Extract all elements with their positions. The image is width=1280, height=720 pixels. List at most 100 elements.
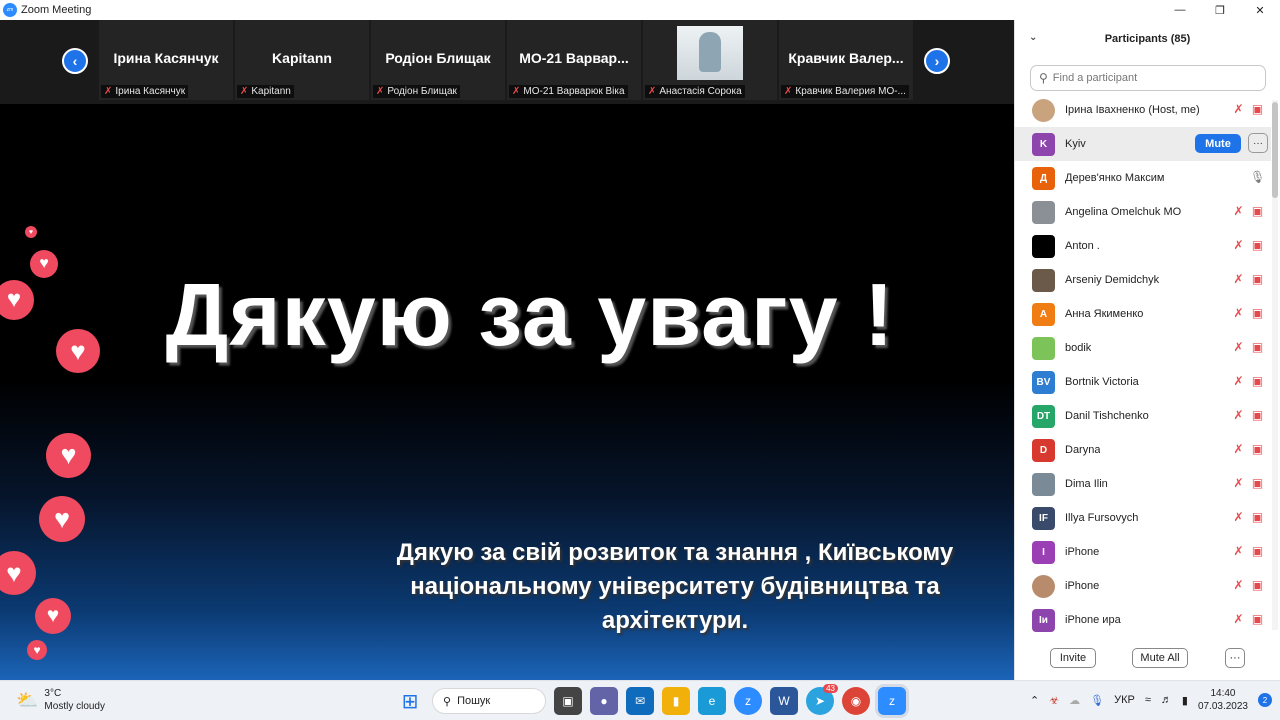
mute-all-button[interactable]: Mute All [1132, 648, 1188, 668]
participant-row[interactable]: DT Danil Tishchenko ✗ ▣ [1015, 399, 1271, 433]
tile-name: МО-21 Варвар... [519, 50, 629, 66]
avatar [1032, 574, 1055, 598]
microphone-icon[interactable]: 🎙 [1090, 694, 1104, 707]
strip-prev-button[interactable]: ‹ [62, 48, 88, 74]
participant-row[interactable]: Іи iPhone ира ✗ ▣ [1015, 603, 1271, 637]
participant-row[interactable]: А Анна Якименко ✗ ▣ [1015, 297, 1271, 331]
mic-muted-icon: ✗ [1233, 306, 1244, 320]
telegram-icon[interactable]: ➤ 43 [806, 684, 838, 715]
participant-row[interactable]: I iPhone ✗ ▣ [1015, 535, 1271, 569]
mic-muted-icon: ✗ [1233, 442, 1244, 456]
mic-muted-icon: ✗ [1233, 204, 1244, 218]
taskbar: ⛅ 3°C Mostly cloudy ⊞ ⚲ Пошук ▣ ● ✉ ▮ e … [0, 680, 1280, 720]
participant-search-input[interactable]: ⚲ Find a participant [1030, 65, 1266, 91]
video-tile[interactable]: Кравчик Валер... ✗ Кравчик Валерия МО-... [779, 20, 913, 100]
scrollbar-thumb[interactable] [1272, 102, 1278, 198]
battery-icon[interactable]: ▮ [1182, 694, 1188, 707]
participant-row[interactable]: IF Illya Fursovych ✗ ▣ [1015, 501, 1271, 535]
tile-name: Кравчик Валер... [788, 50, 904, 66]
shared-screen: Дякую за увагу ! Дякую за свій розвиток … [0, 104, 1014, 680]
task-view-icon[interactable]: ▣ [554, 687, 582, 715]
clock[interactable]: 14:40 07.03.2023 [1198, 687, 1248, 713]
mic-muted-icon: ✗ [376, 86, 385, 97]
volume-icon[interactable]: ♬ [1161, 694, 1172, 706]
search-icon: ⚲ [1039, 71, 1048, 85]
participant-row[interactable]: Anton . ✗ ▣ [1015, 229, 1271, 263]
more-options-button[interactable]: ··· [1248, 133, 1268, 153]
invite-button[interactable]: Invite [1050, 648, 1096, 668]
profile-picture [677, 26, 743, 80]
chevron-down-icon[interactable]: ⌄ [1029, 32, 1037, 43]
video-tile[interactable]: Kapitann ✗ Kapitann [235, 20, 369, 100]
language-indicator[interactable]: УКР [1114, 694, 1135, 706]
video-off-icon: ▣ [1251, 510, 1264, 524]
participant-row[interactable]: D Daryna ✗ ▣ [1015, 433, 1271, 467]
participant-name: Ірина Івахненко (Host, me) [1065, 104, 1200, 116]
chrome-icon[interactable]: ◉ [842, 687, 870, 715]
video-tile[interactable]: Ірина Касянчук ✗ Ірина Касянчук [99, 20, 233, 100]
video-off-icon: ▣ [1251, 374, 1264, 388]
mic-muted-icon: ✗ [1233, 510, 1244, 524]
mic-muted-icon: ✗ [784, 86, 793, 97]
video-strip: ‹ Ірина Касянчук ✗ Ірина Касянчук Kapitan… [0, 20, 1014, 104]
video-tile[interactable]: Родіон Блищак ✗ Родіон Блищак [371, 20, 505, 100]
edge-browser-icon[interactable]: e [698, 687, 726, 715]
participant-row[interactable]: K Kyiv Mute ··· [1015, 127, 1271, 161]
participant-row[interactable]: BV Bortnik Victoria ✗ ▣ [1015, 365, 1271, 399]
clock-time: 14:40 [1210, 688, 1236, 699]
participants-footer: Invite Mute All ··· [1015, 648, 1280, 670]
chevron-up-icon[interactable]: ⌃ [1030, 694, 1039, 707]
participant-row[interactable]: Angelina Omelchuk MO ✗ ▣ [1015, 195, 1271, 229]
maximize-button[interactable]: ❐ [1200, 0, 1240, 20]
video-off-icon: ▣ [1251, 544, 1264, 558]
word-icon[interactable]: W [770, 687, 798, 715]
more-options-button[interactable]: ··· [1225, 648, 1245, 668]
avatar: Д [1032, 166, 1055, 190]
strip-next-button[interactable]: › [924, 48, 950, 74]
taskbar-search-label: Пошук [457, 695, 491, 707]
microphone-icon: 🎙 [1250, 170, 1266, 184]
minimize-button[interactable]: — [1160, 0, 1200, 20]
avatar: I [1032, 540, 1055, 564]
avatar [1032, 234, 1055, 258]
mic-muted-icon: ✗ [1233, 374, 1244, 388]
mail-icon[interactable]: ✉ [626, 687, 654, 715]
participant-row[interactable]: bodik ✗ ▣ [1015, 331, 1271, 365]
tile-label-text: МО-21 Варварюк Віка [523, 86, 625, 97]
heart-reaction-icon: ♥ [39, 496, 85, 542]
participant-name: Дерев'янко Максим [1065, 172, 1165, 184]
mute-button[interactable]: Mute [1195, 134, 1241, 153]
participant-row[interactable]: Dima Ilin ✗ ▣ [1015, 467, 1271, 501]
participant-row[interactable]: Arseniy Demidchyk ✗ ▣ [1015, 263, 1271, 297]
windows-start-icon[interactable]: ⊞ [396, 687, 424, 715]
participant-row[interactable]: Д Дерев'янко Максим 🎙 [1015, 161, 1271, 195]
video-off-icon: ▣ [1251, 272, 1264, 286]
wifi-icon[interactable]: ≈ [1145, 694, 1151, 706]
teams-chat-icon[interactable]: ● [590, 687, 618, 715]
mic-muted-icon: ✗ [1233, 272, 1244, 286]
close-button[interactable]: ✕ [1240, 0, 1280, 20]
window-title: Zoom Meeting [21, 4, 92, 16]
avatar: IF [1032, 506, 1055, 530]
heart-reaction-icon: ♥ [35, 598, 71, 634]
zoom-meeting-icon[interactable]: z [878, 687, 906, 715]
mic-muted-icon: ✗ [1233, 102, 1244, 116]
mic-muted-icon: ✗ [648, 86, 657, 97]
zoom-app-icon[interactable]: z [734, 687, 762, 715]
taskbar-search[interactable]: ⚲ Пошук [432, 688, 546, 714]
notification-badge[interactable]: 2 [1258, 693, 1272, 707]
file-explorer-icon[interactable]: ▮ [662, 687, 690, 715]
video-tile[interactable]: ✗ Анастасія Сорока [643, 20, 777, 100]
mic-muted-icon: ✗ [512, 86, 521, 97]
security-icon[interactable]: ☣ [1049, 694, 1059, 707]
participant-row[interactable]: Ірина Івахненко (Host, me) ✗ ▣ [1015, 93, 1271, 127]
cloud-icon[interactable]: ☁ [1069, 694, 1080, 707]
video-tile[interactable]: МО-21 Варвар... ✗ МО-21 Варварюк Віка [507, 20, 641, 100]
weather-widget[interactable]: ⛅ 3°C Mostly cloudy [16, 687, 105, 713]
search-icon: ⚲ [443, 695, 452, 708]
slide-subtitle-line: національному університету будівництва т… [410, 573, 940, 600]
tile-label: ✗ Ірина Касянчук [101, 85, 189, 98]
participant-row[interactable]: iPhone ✗ ▣ [1015, 569, 1271, 603]
tile-label-text: Анастасія Сорока [659, 86, 742, 97]
video-off-icon: ▣ [1251, 442, 1264, 456]
